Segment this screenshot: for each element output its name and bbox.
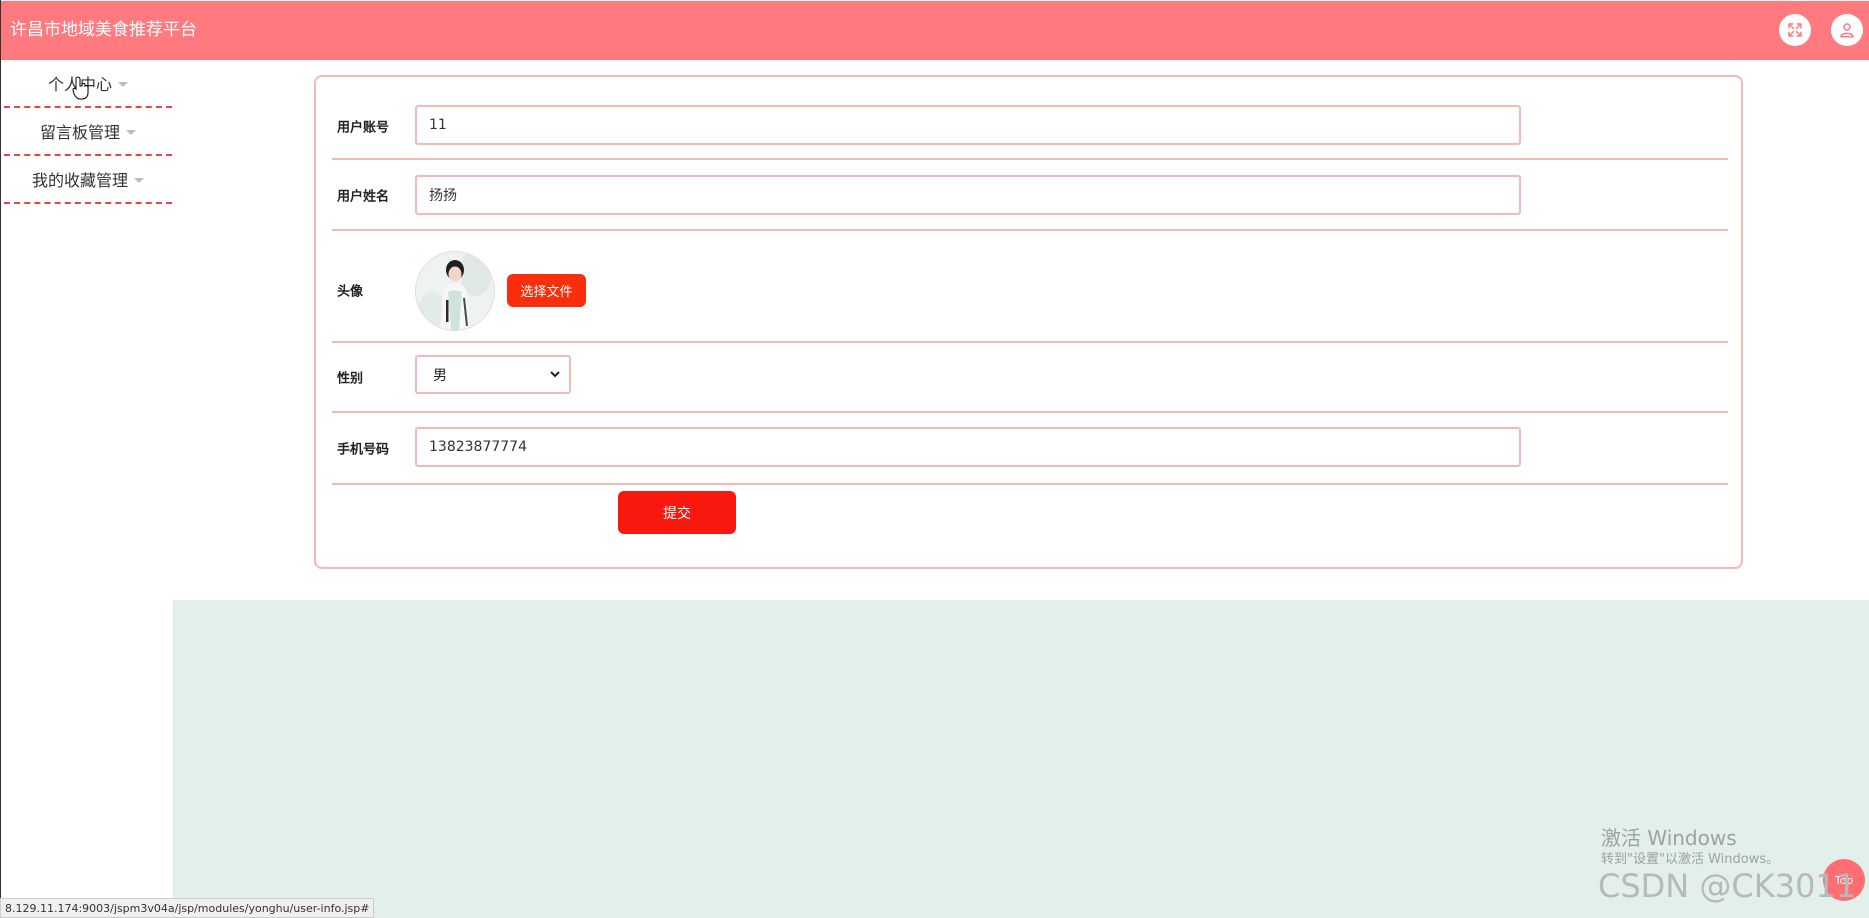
sidebar-item-message-board[interactable]: 留言板管理 bbox=[4, 108, 172, 156]
avatar-portrait bbox=[416, 252, 494, 330]
avatar-image bbox=[415, 251, 495, 331]
windows-activation-title: 激活 Windows bbox=[1601, 826, 1737, 850]
sidebar-item-label: 我的收藏管理 bbox=[31, 171, 128, 190]
sidebar-item-favorites[interactable]: 我的收藏管理 bbox=[4, 156, 172, 204]
caret-down-icon bbox=[126, 129, 136, 135]
sidebar-item-label: 留言板管理 bbox=[39, 123, 120, 142]
csdn-watermark: CSDN @CK3011 bbox=[1598, 867, 1857, 905]
status-url: 8.129.11.174:9003/jspm3v04a/jsp/modules/… bbox=[0, 898, 375, 918]
gender-label: 性别 bbox=[337, 371, 364, 387]
form-row-avatar: 头像 选择文件 bbox=[332, 231, 1728, 343]
top-header: 许昌市地域美食推荐平台 bbox=[1, 1, 1869, 60]
fullscreen-icon bbox=[1788, 23, 1802, 37]
form-row-account: 用户账号 bbox=[332, 91, 1728, 160]
app-title: 许昌市地域美食推荐平台 bbox=[10, 20, 197, 40]
fullscreen-button[interactable] bbox=[1779, 14, 1811, 46]
user-info-form: 用户账号 用户姓名 头像 选择文件 性别 男 bbox=[314, 75, 1743, 569]
name-label: 用户姓名 bbox=[337, 189, 390, 205]
submit-button[interactable]: 提交 bbox=[618, 491, 736, 534]
gender-selected-value: 男 bbox=[433, 367, 447, 384]
name-input[interactable] bbox=[415, 175, 1521, 215]
form-row-name: 用户姓名 bbox=[332, 160, 1728, 231]
phone-input[interactable] bbox=[415, 427, 1521, 467]
avatar-label: 头像 bbox=[337, 284, 364, 300]
window-edge bbox=[0, 0, 1, 918]
windows-activation-watermark: 激活 Windows 转到"设置"以激活 Windows。 bbox=[1601, 825, 1779, 869]
caret-down-icon bbox=[134, 177, 144, 183]
account-label: 用户账号 bbox=[337, 120, 390, 136]
user-icon bbox=[1840, 23, 1854, 38]
user-button[interactable] bbox=[1831, 14, 1863, 46]
gender-select[interactable]: 男 bbox=[415, 355, 571, 394]
form-row-phone: 手机号码 bbox=[332, 413, 1728, 485]
account-input[interactable] bbox=[415, 105, 1521, 145]
caret-down-icon bbox=[118, 81, 128, 87]
phone-label: 手机号码 bbox=[337, 442, 390, 458]
form-row-gender: 性别 男 bbox=[332, 343, 1728, 413]
chevron-down-icon bbox=[550, 371, 560, 378]
hand-cursor-icon bbox=[72, 76, 89, 100]
choose-file-button[interactable]: 选择文件 bbox=[507, 274, 586, 307]
